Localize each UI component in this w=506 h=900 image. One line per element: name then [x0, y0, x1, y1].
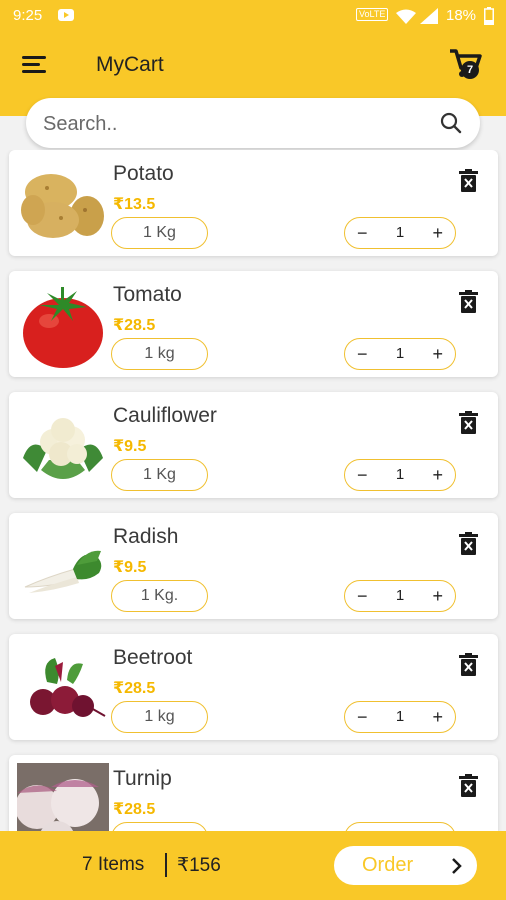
menu-icon[interactable]: [22, 55, 46, 73]
cart-item-tomato: Tomato ₹28.5 1 kg − 1 +: [9, 271, 498, 377]
quantity-stepper: − 1 +: [344, 459, 456, 491]
checkout-bar: 7 Items ₹156 Order: [0, 831, 506, 900]
product-name: Radish: [113, 525, 179, 548]
quantity-stepper: − 1 +: [344, 338, 456, 370]
weight-selector[interactable]: 1 Kg.: [111, 580, 208, 612]
cart-item-cauliflower: Cauliflower ₹9.5 1 Kg − 1 +: [9, 392, 498, 498]
delete-icon[interactable]: [459, 653, 478, 676]
status-bar: 9:25 VoLTE 18%: [0, 0, 506, 32]
volte-indicator: VoLTE: [356, 8, 389, 21]
battery-icon: [484, 7, 494, 25]
weight-selector[interactable]: [111, 822, 208, 831]
tomato-image: [23, 287, 103, 368]
weight-selector[interactable]: 1 kg: [111, 338, 208, 370]
quantity-stepper: − 1 +: [344, 580, 456, 612]
signal-icon: [420, 8, 438, 24]
increment-button[interactable]: +: [432, 460, 443, 490]
delete-icon[interactable]: [459, 411, 478, 434]
search-icon[interactable]: [440, 112, 462, 134]
delete-icon[interactable]: [459, 774, 478, 797]
weight-selector[interactable]: 1 Kg: [111, 459, 208, 491]
product-price: ₹9.5: [113, 559, 147, 576]
product-price: ₹13.5: [113, 196, 156, 213]
product-name: Cauliflower: [113, 404, 217, 427]
product-price: ₹28.5: [113, 801, 156, 818]
quantity-stepper: [344, 822, 456, 831]
chevron-right-icon: [452, 858, 462, 874]
turnip-image: [17, 763, 109, 831]
youtube-notification-icon: [58, 9, 74, 21]
potato-image: [21, 174, 104, 238]
product-name: Turnip: [113, 767, 172, 790]
product-price: ₹28.5: [113, 680, 156, 697]
page-title: MyCart: [96, 53, 164, 76]
delete-icon[interactable]: [459, 532, 478, 555]
battery-percentage: 18%: [446, 7, 477, 24]
product-name: Potato: [113, 162, 174, 185]
wifi-icon: [396, 9, 416, 24]
status-time: 9:25: [13, 7, 43, 24]
increment-button[interactable]: +: [432, 218, 443, 248]
cart-total: ₹156: [177, 855, 221, 876]
product-price: ₹28.5: [113, 317, 156, 334]
order-label: Order: [362, 854, 414, 876]
beetroot-image: [30, 658, 106, 717]
divider: [165, 853, 167, 877]
quantity-stepper: − 1 +: [344, 701, 456, 733]
weight-selector[interactable]: 1 Kg: [111, 217, 208, 249]
product-name: Tomato: [113, 283, 182, 306]
cart-item-radish: Radish ₹9.5 1 Kg. − 1 +: [9, 513, 498, 619]
cauliflower-image: [23, 418, 103, 479]
search-bar: [26, 98, 480, 150]
increment-button[interactable]: +: [432, 339, 443, 369]
cart-list: Potato ₹13.5 1 Kg − 1 + Tomato ₹28.5 1 k…: [0, 150, 506, 831]
items-count: 7 Items: [82, 854, 145, 875]
quantity-stepper: − 1 +: [344, 217, 456, 249]
product-price: ₹9.5: [113, 438, 147, 455]
radish-image: [24, 550, 102, 593]
delete-icon[interactable]: [459, 290, 478, 313]
increment-button[interactable]: +: [432, 581, 443, 611]
cart-item-beetroot: Beetroot ₹28.5 1 kg − 1 +: [9, 634, 498, 740]
product-name: Beetroot: [113, 646, 193, 669]
cart-item-turnip: Turnip ₹28.5: [9, 755, 498, 831]
cart-count-badge: 7: [461, 61, 479, 79]
search-input[interactable]: [41, 98, 425, 150]
order-button[interactable]: Order: [334, 846, 477, 885]
delete-icon[interactable]: [459, 169, 478, 192]
increment-button[interactable]: +: [432, 702, 443, 732]
cart-item-potato: Potato ₹13.5 1 Kg − 1 +: [9, 150, 498, 256]
weight-selector[interactable]: 1 kg: [111, 701, 208, 733]
